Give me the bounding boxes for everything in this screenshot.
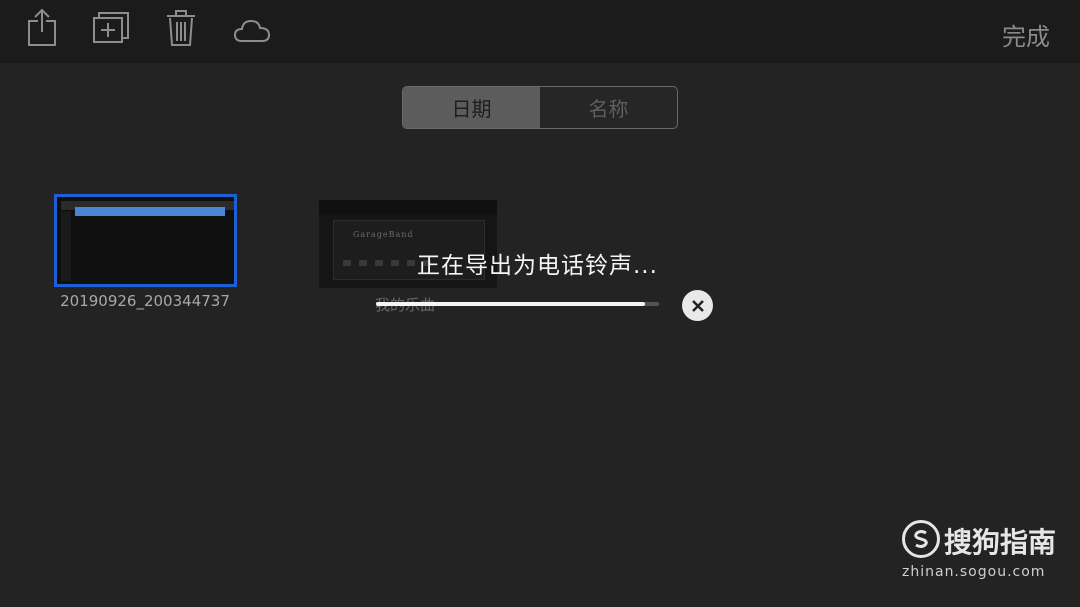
export-progress-bar	[376, 302, 659, 306]
sogou-watermark: 搜狗指南 zhinan.sogou.com	[902, 520, 1062, 590]
done-button[interactable]: 完成	[1002, 17, 1050, 52]
export-status-message: 正在导出为电话铃声...	[417, 253, 658, 279]
project-thumbnail-1[interactable]	[54, 194, 237, 287]
share-icon[interactable]	[24, 8, 64, 48]
amp-brand-label: GarageBand	[353, 230, 414, 239]
cancel-export-button[interactable]	[682, 290, 713, 321]
watermark-title: 搜狗指南	[944, 526, 1057, 559]
project-name-1[interactable]: 20190926_200344737	[50, 292, 240, 310]
amp-knob	[359, 260, 367, 266]
amp-knob	[391, 260, 399, 266]
close-icon	[691, 299, 704, 312]
trash-icon[interactable]	[162, 8, 202, 48]
cloud-icon[interactable]	[232, 8, 272, 48]
sogou-logo-icon	[902, 520, 940, 558]
sort-by-date-tab[interactable]: 日期	[403, 87, 540, 128]
amp-knob	[375, 260, 383, 266]
export-progress-fill	[376, 302, 645, 306]
sort-segmented-control: 日期 名称	[402, 86, 678, 129]
thumbnail-toolbar	[319, 200, 497, 214]
duplicate-icon[interactable]	[92, 8, 132, 48]
watermark-url: zhinan.sogou.com	[902, 564, 1046, 580]
top-toolbar: 完成	[0, 0, 1080, 63]
amp-knob	[407, 260, 415, 266]
amp-knob	[343, 260, 351, 266]
thumbnail-track-sidebar	[61, 211, 71, 281]
sort-by-name-tab[interactable]: 名称	[540, 87, 677, 128]
thumbnail-audio-region	[75, 207, 225, 216]
